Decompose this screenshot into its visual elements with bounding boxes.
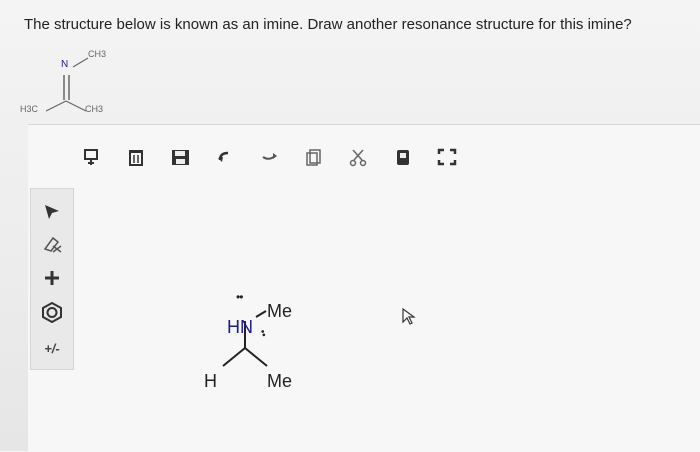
save-icon <box>171 150 189 165</box>
eraser-icon <box>43 236 62 253</box>
fullscreen-icon <box>437 148 457 166</box>
imine-skeleton <box>45 57 89 112</box>
imine-nitrogen: N <box>61 59 69 70</box>
template-button[interactable] <box>78 142 105 172</box>
clear-button[interactable] <box>389 142 416 172</box>
redo-icon <box>262 153 278 160</box>
me-top-label: Me <box>267 301 293 321</box>
imine-ch3-right: CH3 <box>85 104 104 114</box>
fullscreen-button[interactable] <box>434 142 461 172</box>
question-text: The structure below is known as an imine… <box>24 16 632 33</box>
imine-h3c-left: H3C <box>20 104 39 114</box>
add-atom-icon <box>45 271 59 285</box>
hn-label: HN <box>227 317 253 337</box>
drawn-bonds <box>222 310 268 367</box>
cut-button[interactable] <box>345 142 372 172</box>
undo-icon <box>218 151 229 162</box>
copy-icon <box>306 149 321 166</box>
h-label: H <box>204 371 217 391</box>
lone-pair-dots: •• <box>236 290 243 304</box>
clear-icon <box>396 150 409 165</box>
select-arrow-icon <box>45 205 59 219</box>
select-tool[interactable] <box>35 197 69 227</box>
drawing-canvas[interactable]: •• HN Me •• H Me <box>78 180 700 451</box>
copy-button[interactable] <box>300 142 327 172</box>
imine-ch3-top: CH3 <box>88 49 107 59</box>
trash-icon <box>129 150 144 166</box>
eraser-tool[interactable] <box>35 229 69 259</box>
ring-template-icon <box>42 301 62 323</box>
save-button[interactable] <box>167 142 194 172</box>
ring-template-tool[interactable] <box>35 297 69 327</box>
undo-button[interactable] <box>211 142 238 172</box>
template-icon <box>83 149 98 165</box>
imine-structure: N CH3 H3C CH3 <box>18 45 128 130</box>
redo-button[interactable] <box>256 142 283 172</box>
mouse-cursor <box>402 307 416 331</box>
tool-sidebar: +/- <box>30 188 74 370</box>
editor-toolbar <box>78 140 478 174</box>
me-bottom-label: Me <box>267 371 293 391</box>
add-atom-tool[interactable] <box>35 263 69 293</box>
cut-icon <box>350 149 367 167</box>
cursor-arrow-icon <box>402 307 416 325</box>
trash-button[interactable] <box>122 142 149 172</box>
charge-tool[interactable]: +/- <box>35 333 69 363</box>
charge-label: +/- <box>44 340 60 356</box>
